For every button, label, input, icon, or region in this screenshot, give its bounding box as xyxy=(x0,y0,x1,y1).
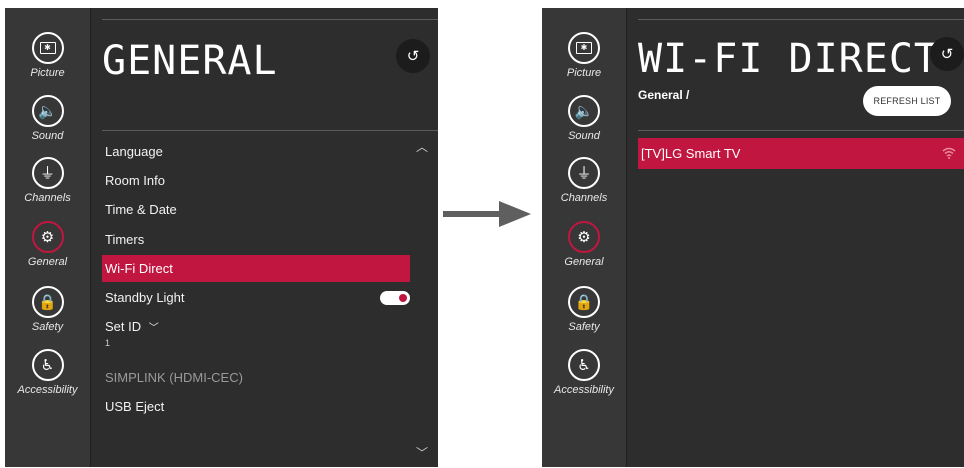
category-channels[interactable]: ⏚ Channels xyxy=(5,157,90,204)
tools-gear-icon: ⚙ xyxy=(568,221,600,253)
section-rule xyxy=(638,130,964,131)
menu-item-time-date[interactable]: Time & Date xyxy=(102,196,410,223)
rail-divider xyxy=(626,8,627,467)
category-safety[interactable]: 🔒 Safety xyxy=(542,286,626,333)
toggle-knob xyxy=(399,294,407,302)
menu-item-wifi-direct[interactable]: Wi-Fi Direct xyxy=(102,255,410,282)
menu-item-label: SIMPLINK (HDMI-CEC) xyxy=(105,370,243,385)
satellite-dish-icon: ⏚ xyxy=(31,157,64,189)
menu-item-standby-light[interactable]: Standby Light xyxy=(102,284,410,311)
menu-item-set-id[interactable]: Set ID ﹀ xyxy=(102,313,410,340)
category-picture[interactable]: ✱ Picture xyxy=(5,32,90,79)
tv-picture-icon: ✱ xyxy=(31,32,64,64)
category-label: Accessibility xyxy=(17,384,78,396)
category-rail: ✱ Picture 🔈 Sound ⏚ Channels ⚙ General 🔒… xyxy=(542,8,626,467)
category-label: General xyxy=(564,256,604,268)
category-general[interactable]: ⚙ General xyxy=(5,221,90,268)
top-rule xyxy=(102,19,438,20)
category-rail: ✱ Picture 🔈 Sound ⏚ Channels ⚙ General 🔒… xyxy=(5,8,90,467)
menu-item-timers[interactable]: Timers xyxy=(102,226,410,253)
scroll-down-chevron-icon[interactable]: ﹀ xyxy=(416,444,428,461)
lock-icon: 🔒 xyxy=(568,286,600,318)
menu-item-room-info[interactable]: Room Info xyxy=(102,167,410,194)
wifi-direct-screen: ✱ Picture 🔈 Sound ⏚ Channels ⚙ General 🔒… xyxy=(542,8,964,467)
lock-icon: 🔒 xyxy=(31,286,64,318)
device-name: [TV]LG Smart TV xyxy=(641,146,741,161)
category-picture[interactable]: ✱ Picture xyxy=(542,32,626,79)
set-id-value: 1 xyxy=(105,338,111,348)
breadcrumb: General / xyxy=(638,88,690,102)
menu-item-label: Language xyxy=(105,144,163,159)
category-general[interactable]: ⚙ General xyxy=(542,221,626,268)
category-accessibility[interactable]: ♿ Accessibility xyxy=(5,349,90,396)
category-channels[interactable]: ⏚ Channels xyxy=(542,157,626,204)
menu-item-label: Room Info xyxy=(105,173,165,188)
back-button[interactable]: ↺ xyxy=(396,39,430,73)
category-label: Accessibility xyxy=(554,384,614,396)
category-label: Channels xyxy=(560,192,608,204)
category-label: Safety xyxy=(568,321,600,333)
category-accessibility[interactable]: ♿ Accessibility xyxy=(542,349,626,396)
speaker-icon: 🔈 xyxy=(568,95,600,127)
page-title: WI-FI DIRECT xyxy=(638,36,939,82)
menu-item-label: Time & Date xyxy=(105,202,177,217)
menu-item-label: USB Eject xyxy=(105,399,165,414)
chevron-down-icon: ﹀ xyxy=(148,323,159,334)
device-list-item[interactable]: [TV]LG Smart TV xyxy=(638,138,964,169)
rail-divider xyxy=(90,8,91,467)
category-label: General xyxy=(27,256,68,268)
tv-picture-icon: ✱ xyxy=(568,32,600,64)
category-label: Safety xyxy=(31,321,64,333)
category-label: Picture xyxy=(566,67,602,79)
menu-item-label: Set ID xyxy=(105,319,142,334)
menu-item-language[interactable]: Language xyxy=(102,138,410,165)
category-sound[interactable]: 🔈 Sound xyxy=(542,95,626,142)
category-label: Sound xyxy=(568,130,600,142)
back-arrow-icon: ↺ xyxy=(940,46,954,63)
menu-item-label: Standby Light xyxy=(105,290,185,305)
section-rule xyxy=(102,130,438,131)
wifi-signal-icon xyxy=(942,147,956,159)
category-label: Channels xyxy=(24,192,71,204)
scroll-up-chevron-icon[interactable]: ︿ xyxy=(416,138,428,155)
category-label: Sound xyxy=(31,130,64,142)
satellite-dish-icon: ⏚ xyxy=(568,157,600,189)
category-label: Picture xyxy=(30,67,65,79)
menu-item-label: Wi-Fi Direct xyxy=(105,261,173,276)
accessibility-icon: ♿ xyxy=(568,349,600,381)
menu-item-simplink: SIMPLINK (HDMI-CEC) xyxy=(102,364,410,391)
back-arrow-icon: ↺ xyxy=(406,48,420,65)
transition-arrow-icon xyxy=(443,201,531,227)
menu-item-usb-eject[interactable]: USB Eject xyxy=(102,393,410,420)
top-rule xyxy=(638,19,964,20)
category-sound[interactable]: 🔈 Sound xyxy=(5,95,90,142)
category-safety[interactable]: 🔒 Safety xyxy=(5,286,90,333)
accessibility-icon: ♿ xyxy=(31,349,64,381)
menu-item-label: Timers xyxy=(105,232,145,247)
refresh-list-button[interactable]: REFRESH LIST xyxy=(863,86,951,116)
general-settings-screen: ✱ Picture 🔈 Sound ⏚ Channels ⚙ General 🔒… xyxy=(5,8,438,467)
tools-gear-icon: ⚙ xyxy=(31,221,64,253)
page-title: GENERAL xyxy=(102,38,278,84)
standby-light-toggle[interactable] xyxy=(380,291,410,305)
speaker-icon: 🔈 xyxy=(31,95,64,127)
back-button[interactable]: ↺ xyxy=(930,37,964,71)
